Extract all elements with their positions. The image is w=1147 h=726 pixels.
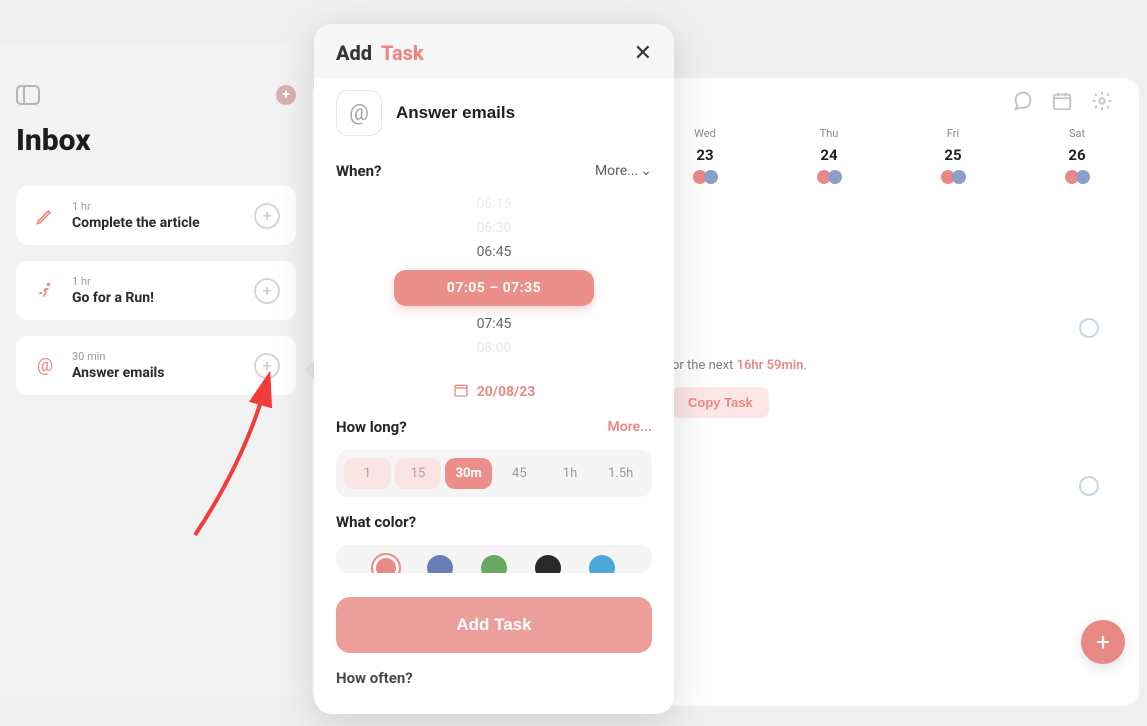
how-long-section: How long? More... 1 15 30m 45 1h 1.5h [314, 412, 674, 507]
weekday-dow: Wed [675, 127, 735, 140]
bg-text-suffix: . [803, 358, 806, 373]
modal-title-part1: Add [336, 41, 372, 65]
time-option-selected[interactable]: 07:05 – 07:35 [394, 270, 594, 306]
task-duration: 1 hr [72, 275, 240, 288]
calendar-icon [453, 382, 469, 402]
pencil-icon [32, 203, 58, 229]
task-title: Answer emails [72, 365, 240, 381]
weekday-dow: Thu [799, 127, 859, 140]
task-card[interactable]: 1 hr Complete the article + [16, 186, 296, 245]
task-text: 30 min Answer emails [72, 350, 240, 381]
task-card[interactable]: @ 30 min Answer emails + [16, 336, 296, 395]
sidebar-toggle-icon[interactable] [16, 85, 40, 105]
task-add-button[interactable]: + [254, 278, 280, 304]
weekday-dots [1047, 170, 1107, 184]
bg-text-highlight: 16hr 59min [737, 358, 804, 373]
when-section: When? More... ⌄ 06:15 06:30 06:45 07:05 … [314, 156, 674, 412]
sidebar-add-button[interactable]: + [276, 85, 296, 105]
weekday[interactable]: Thu 24 [799, 127, 859, 184]
task-duration: 1 hr [72, 200, 240, 213]
color-options [336, 545, 652, 573]
weekday-dow: Sat [1047, 127, 1107, 140]
task-card[interactable]: 1 hr Go for a Run! + [16, 261, 296, 320]
color-option[interactable] [589, 555, 615, 573]
copy-task-button[interactable]: Copy Task [672, 387, 769, 418]
duration-options: 1 15 30m 45 1h 1.5h [336, 450, 652, 497]
time-option[interactable]: 08:15 [477, 362, 512, 364]
duration-option[interactable]: 1 [344, 458, 391, 489]
section-head: How long? More... [336, 418, 652, 436]
section-head: When? More... ⌄ [336, 162, 652, 180]
chat-icon[interactable] [1011, 90, 1033, 117]
calendar-icon[interactable] [1051, 90, 1073, 117]
task-name-row: @ [314, 78, 674, 156]
task-name-input[interactable] [396, 103, 652, 123]
weekday-num: 24 [799, 146, 859, 164]
duration-option[interactable]: 45 [496, 458, 543, 489]
close-icon[interactable]: ✕ [634, 40, 652, 66]
add-task-button[interactable]: Add Task [336, 597, 652, 653]
howlong-label: How long? [336, 418, 407, 436]
date-value: 20/08/23 [477, 384, 536, 400]
date-row[interactable]: 20/08/23 [336, 382, 652, 402]
color-label: What color? [336, 513, 416, 531]
sidebar: + Inbox 1 hr Complete the article + 1 hr… [0, 45, 312, 696]
section-head: What color? [336, 513, 652, 531]
add-task-modal: Add Task ✕ @ When? More... ⌄ 06:15 06:30… [314, 24, 674, 714]
weekday-dow: Fri [923, 127, 983, 140]
color-section: What color? [314, 507, 674, 583]
task-complete-circle[interactable] [1079, 318, 1099, 338]
task-text: 1 hr Complete the article [72, 200, 240, 231]
duration-option[interactable]: 1.5h [597, 458, 644, 489]
weekday-num: 26 [1047, 146, 1107, 164]
inbox-title: Inbox [16, 123, 296, 158]
bg-text-prefix: or the next [672, 358, 737, 373]
time-option[interactable]: 06:30 [477, 218, 512, 238]
running-icon [32, 278, 58, 304]
background-text: or the next 16hr 59min. Copy Task [672, 358, 1121, 418]
when-more-link[interactable]: More... ⌄ [595, 163, 652, 179]
at-icon: @ [32, 353, 58, 379]
task-add-button[interactable]: + [254, 203, 280, 229]
task-title: Complete the article [72, 215, 240, 231]
modal-title-part2: Task [381, 41, 424, 65]
modal-title: Add Task [336, 41, 424, 65]
modal-header: Add Task ✕ [314, 24, 674, 78]
how-often-label: How often? [314, 653, 674, 687]
task-title: Go for a Run! [72, 290, 240, 306]
color-option[interactable] [481, 555, 507, 573]
when-label: When? [336, 162, 382, 180]
chevron-down-icon: ⌄ [640, 163, 652, 179]
gear-icon[interactable] [1091, 90, 1113, 117]
howlong-more-link[interactable]: More... [607, 419, 652, 435]
time-option[interactable]: 06:45 [477, 242, 512, 262]
time-option[interactable]: 06:15 [477, 194, 512, 214]
weekday-num: 25 [923, 146, 983, 164]
weekday[interactable]: Fri 25 [923, 127, 983, 184]
time-option[interactable]: 08:00 [477, 338, 512, 358]
more-text: More... [595, 163, 638, 179]
weekday-num: 23 [675, 146, 735, 164]
color-option[interactable] [535, 555, 561, 573]
task-complete-circle[interactable] [1079, 476, 1099, 496]
time-option[interactable]: 07:45 [477, 314, 512, 334]
weekday-dots [799, 170, 859, 184]
task-duration: 30 min [72, 350, 240, 363]
time-picker[interactable]: 06:15 06:30 06:45 07:05 – 07:35 07:45 08… [336, 194, 652, 364]
fab-add-button[interactable]: + [1081, 620, 1125, 664]
sidebar-header: + [16, 85, 296, 105]
at-icon[interactable]: @ [336, 90, 382, 136]
weekday-dots [675, 170, 735, 184]
weekday-dots [923, 170, 983, 184]
color-option[interactable] [427, 555, 453, 573]
color-option-selected[interactable] [373, 555, 399, 573]
duration-option-selected[interactable]: 30m [445, 458, 492, 489]
task-add-button[interactable]: + [254, 353, 280, 379]
weekday[interactable]: Sat 26 [1047, 127, 1107, 184]
weekday[interactable]: Wed 23 [675, 127, 735, 184]
duration-option[interactable]: 15 [395, 458, 442, 489]
duration-option[interactable]: 1h [547, 458, 594, 489]
task-text: 1 hr Go for a Run! [72, 275, 240, 306]
